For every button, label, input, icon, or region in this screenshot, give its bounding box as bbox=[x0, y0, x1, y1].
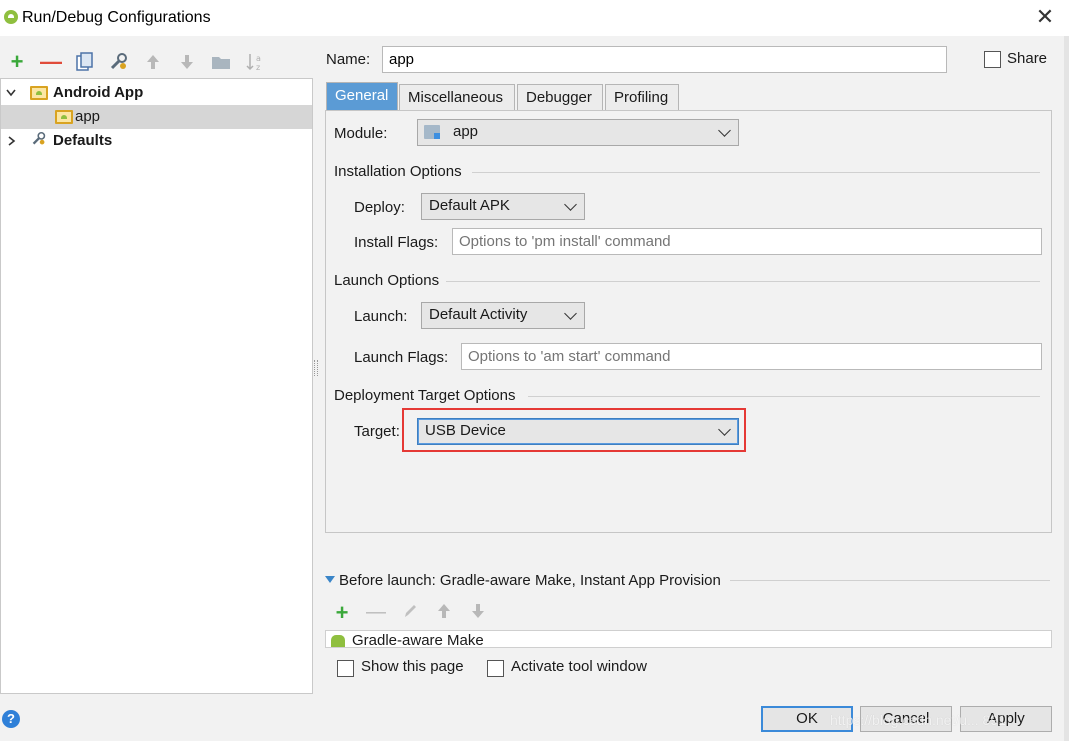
collapse-triangle-icon[interactable] bbox=[325, 576, 335, 583]
window-title: Run/Debug Configurations bbox=[22, 9, 211, 26]
up-arrow-icon[interactable] bbox=[434, 602, 454, 624]
tab-general[interactable]: General bbox=[326, 82, 398, 111]
tree-item-label: Android App bbox=[53, 84, 144, 101]
show-page-label: Show this page bbox=[361, 658, 464, 675]
add-icon[interactable]: + bbox=[6, 51, 28, 73]
share-label: Share bbox=[1007, 50, 1048, 67]
wrench-icon[interactable] bbox=[108, 51, 130, 73]
show-page-checkbox[interactable] bbox=[337, 660, 354, 677]
section-divider bbox=[528, 396, 1040, 397]
highlight-box bbox=[402, 408, 746, 452]
sort-icon[interactable]: az bbox=[244, 51, 266, 73]
apply-button[interactable]: Apply bbox=[960, 706, 1052, 732]
copy-icon[interactable] bbox=[74, 51, 96, 73]
install-flags-label: Install Flags: bbox=[354, 234, 439, 251]
launch-options-title: Launch Options bbox=[334, 272, 440, 289]
deploy-value: Default APK bbox=[429, 197, 510, 214]
module-value: app bbox=[453, 123, 479, 140]
section-divider bbox=[472, 172, 1040, 173]
activate-tool-window-label: Activate tool window bbox=[511, 658, 647, 675]
chevron-down-icon bbox=[566, 200, 576, 210]
close-icon[interactable]: ✕ bbox=[1033, 6, 1057, 30]
folder-icon[interactable] bbox=[210, 51, 232, 73]
title-bar: Run/Debug Configurations ✕ bbox=[0, 0, 1069, 36]
module-label: Module: bbox=[334, 125, 388, 142]
up-arrow-icon[interactable] bbox=[142, 51, 164, 73]
module-combo[interactable]: app bbox=[417, 119, 739, 146]
name-label: Name: bbox=[326, 51, 371, 68]
remove-icon[interactable]: — bbox=[40, 51, 62, 73]
chevron-down-icon bbox=[720, 126, 730, 136]
launch-flags-label: Launch Flags: bbox=[354, 349, 449, 366]
android-folder-icon bbox=[30, 86, 48, 100]
activate-tool-window-checkbox[interactable] bbox=[487, 660, 504, 677]
pencil-icon[interactable] bbox=[400, 602, 420, 624]
name-input[interactable] bbox=[382, 46, 947, 73]
splitter-handle[interactable] bbox=[314, 360, 318, 376]
wrench-icon bbox=[32, 132, 46, 145]
remove-icon[interactable]: — bbox=[366, 602, 386, 624]
list-item[interactable]: Gradle-aware Make bbox=[352, 632, 484, 647]
install-flags-input[interactable] bbox=[452, 228, 1042, 255]
installation-options-title: Installation Options bbox=[334, 163, 462, 180]
cancel-button[interactable]: Cancel bbox=[860, 706, 952, 732]
deploy-combo[interactable]: Default APK bbox=[421, 193, 585, 220]
tab-miscellaneous[interactable]: Miscellaneous bbox=[399, 84, 515, 111]
module-icon bbox=[424, 125, 440, 139]
tree-item-app[interactable]: app bbox=[1, 105, 312, 129]
share-checkbox[interactable] bbox=[984, 51, 1001, 68]
launch-combo[interactable]: Default Activity bbox=[421, 302, 585, 329]
chevron-down-icon bbox=[566, 309, 576, 319]
deployment-target-title: Deployment Target Options bbox=[334, 387, 516, 404]
before-launch-title[interactable]: Before launch: Gradle-aware Make, Instan… bbox=[339, 572, 721, 589]
help-icon[interactable]: ? bbox=[2, 710, 20, 728]
tree-item-label: app bbox=[75, 108, 101, 125]
launch-flags-input[interactable] bbox=[461, 343, 1042, 370]
svg-text:a: a bbox=[256, 54, 261, 63]
section-divider bbox=[730, 580, 1050, 581]
tab-profiling[interactable]: Profiling bbox=[605, 84, 679, 111]
svg-text:z: z bbox=[256, 63, 260, 72]
android-icon bbox=[331, 635, 345, 647]
tree-item-defaults[interactable]: Defaults bbox=[1, 129, 312, 153]
configuration-tree[interactable]: Android App app Defaults bbox=[0, 78, 313, 694]
section-divider bbox=[446, 281, 1040, 282]
launch-label: Launch: bbox=[354, 308, 408, 325]
tree-item-android-app[interactable]: Android App bbox=[1, 81, 312, 105]
target-label: Target: bbox=[354, 423, 400, 440]
android-studio-icon bbox=[4, 10, 18, 24]
chevron-right-icon[interactable] bbox=[6, 135, 18, 147]
add-icon[interactable]: + bbox=[332, 602, 352, 624]
tree-item-label: Defaults bbox=[53, 132, 113, 149]
tab-debugger[interactable]: Debugger bbox=[517, 84, 603, 111]
ok-button[interactable]: OK bbox=[761, 706, 853, 732]
down-arrow-icon[interactable] bbox=[176, 51, 198, 73]
window-edge bbox=[1064, 36, 1069, 741]
before-launch-list[interactable]: Gradle-aware Make bbox=[325, 630, 1052, 648]
chevron-down-icon[interactable] bbox=[5, 87, 17, 99]
run-debug-dialog: Run/Debug Configurations ✕ + — az Androi… bbox=[0, 0, 1069, 741]
android-folder-icon bbox=[55, 110, 73, 124]
launch-value: Default Activity bbox=[429, 306, 528, 323]
deploy-label: Deploy: bbox=[354, 199, 405, 216]
down-arrow-icon[interactable] bbox=[468, 602, 488, 624]
